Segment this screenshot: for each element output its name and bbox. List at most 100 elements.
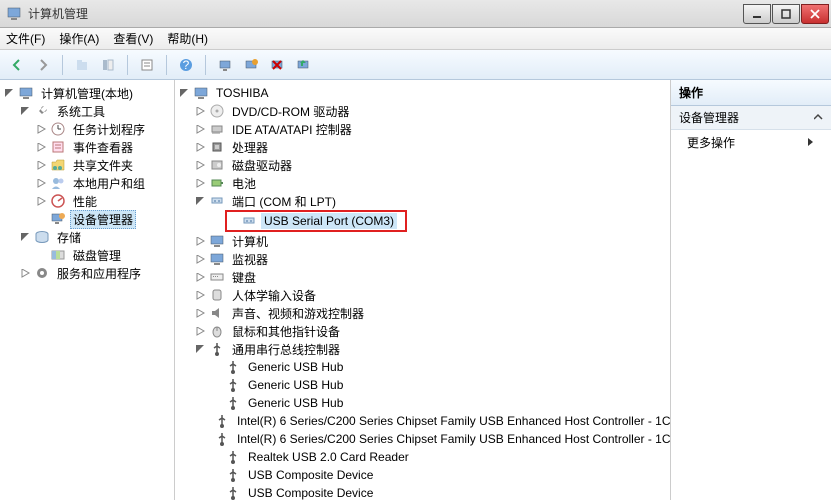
expander-icon[interactable]: [195, 290, 206, 301]
back-button[interactable]: [6, 54, 28, 76]
tree-usb-item[interactable]: Realtek USB 2.0 Card Reader: [177, 448, 668, 466]
storage-icon: [34, 229, 50, 245]
tree-monitors[interactable]: 监视器: [177, 250, 668, 268]
tree-usb-item[interactable]: Intel(R) 6 Series/C200 Series Chipset Fa…: [177, 430, 668, 448]
expander-spacer: [211, 380, 222, 391]
actions-header: 操作: [671, 80, 831, 106]
battery-icon: [209, 175, 225, 191]
expander-icon[interactable]: [179, 88, 190, 99]
toolbar-separator: [62, 55, 63, 75]
device-tree[interactable]: TOSHIBA DVD/CD-ROM 驱动器 IDE ATA/ATAPI 控制器…: [175, 80, 670, 500]
expander-icon[interactable]: [195, 196, 206, 207]
expander-icon[interactable]: [195, 272, 206, 283]
expander-icon[interactable]: [195, 308, 206, 319]
usb-items-container: Generic USB HubGeneric USB HubGeneric US…: [177, 358, 668, 500]
close-button[interactable]: [801, 4, 829, 24]
tree-computer[interactable]: 计算机: [177, 232, 668, 250]
expander-icon[interactable]: [20, 232, 31, 243]
properties-button[interactable]: [136, 54, 158, 76]
tree-cpu[interactable]: 处理器: [177, 138, 668, 156]
collapse-icon[interactable]: [814, 111, 823, 125]
left-tree[interactable]: 计算机管理(本地) 系统工具 任务计划程序 事件查看器 共享文件夹: [0, 80, 174, 286]
uninstall-button[interactable]: [266, 54, 288, 76]
tree-label: Realtek USB 2.0 Card Reader: [245, 449, 412, 465]
tree-system-tools[interactable]: 系统工具: [2, 102, 172, 120]
tree-label: USB Composite Device: [245, 485, 376, 500]
tree-root-computer-management[interactable]: 计算机管理(本地): [2, 84, 172, 102]
tree-storage[interactable]: 存储: [2, 228, 172, 246]
tree-computer-root[interactable]: TOSHIBA: [177, 84, 668, 102]
tree-device-manager[interactable]: 设备管理器: [2, 210, 172, 228]
toolbar-separator: [166, 55, 167, 75]
tree-hid[interactable]: 人体学输入设备: [177, 286, 668, 304]
tree-disk-management[interactable]: 磁盘管理: [2, 246, 172, 264]
tree-battery[interactable]: 电池: [177, 174, 668, 192]
tree-mouse[interactable]: 鼠标和其他指针设备: [177, 322, 668, 340]
tree-usb-item[interactable]: USB Composite Device: [177, 484, 668, 500]
expander-icon[interactable]: [195, 236, 206, 247]
expander-icon[interactable]: [195, 178, 206, 189]
expander-icon[interactable]: [195, 344, 206, 355]
maximize-button[interactable]: [772, 4, 800, 24]
tree-event-viewer[interactable]: 事件查看器: [2, 138, 172, 156]
expander-icon[interactable]: [36, 142, 47, 153]
expander-icon[interactable]: [195, 124, 206, 135]
menu-action[interactable]: 操作(A): [59, 30, 99, 47]
menu-file[interactable]: 文件(F): [6, 30, 45, 47]
tree-usb-item[interactable]: Generic USB Hub: [177, 376, 668, 394]
help-button[interactable]: ?: [175, 54, 197, 76]
action-more[interactable]: 更多操作: [671, 130, 831, 155]
expander-icon[interactable]: [36, 124, 47, 135]
tree-usb-item[interactable]: Generic USB Hub: [177, 358, 668, 376]
expander-icon[interactable]: [195, 142, 206, 153]
tree-label: TOSHIBA: [213, 85, 271, 101]
expander-icon[interactable]: [4, 88, 15, 99]
usb-icon: [225, 359, 241, 375]
forward-button[interactable]: [32, 54, 54, 76]
tree-ide[interactable]: IDE ATA/ATAPI 控制器: [177, 120, 668, 138]
tree-usb-item[interactable]: USB Composite Device: [177, 466, 668, 484]
tree-usb-item[interactable]: Generic USB Hub: [177, 394, 668, 412]
tree-label: USB Serial Port (COM3): [261, 213, 397, 229]
tree-dvd[interactable]: DVD/CD-ROM 驱动器: [177, 102, 668, 120]
tree-disk-drive[interactable]: 磁盘驱动器: [177, 156, 668, 174]
expander-icon[interactable]: [195, 254, 206, 265]
show-hide-button[interactable]: [97, 54, 119, 76]
tree-usb-controllers[interactable]: 通用串行总线控制器: [177, 340, 668, 358]
expander-icon[interactable]: [195, 326, 206, 337]
disk-icon: [50, 247, 66, 263]
minimize-button[interactable]: [743, 4, 771, 24]
tree-label: 性能: [70, 192, 100, 211]
menu-view[interactable]: 查看(V): [113, 30, 153, 47]
expander-icon[interactable]: [20, 106, 31, 117]
tree-task-scheduler[interactable]: 任务计划程序: [2, 120, 172, 138]
tree-shared-folders[interactable]: 共享文件夹: [2, 156, 172, 174]
tree-label: 鼠标和其他指针设备: [229, 322, 343, 341]
tree-ports[interactable]: 端口 (COM 和 LPT): [177, 192, 668, 210]
expander-spacer: [211, 362, 222, 373]
expander-icon[interactable]: [36, 160, 47, 171]
speaker-icon: [209, 305, 225, 321]
expander-icon[interactable]: [36, 196, 47, 207]
tree-performance[interactable]: 性能: [2, 192, 172, 210]
tree-usb-serial-port[interactable]: USB Serial Port (COM3): [227, 212, 405, 230]
tree-keyboard[interactable]: 键盘: [177, 268, 668, 286]
expander-spacer: [36, 250, 47, 261]
expander-icon[interactable]: [36, 178, 47, 189]
expander-icon[interactable]: [195, 106, 206, 117]
expander-icon[interactable]: [195, 160, 206, 171]
tree-usb-item[interactable]: Intel(R) 6 Series/C200 Series Chipset Fa…: [177, 412, 668, 430]
tree-local-users[interactable]: 本地用户和组: [2, 174, 172, 192]
action-label: 更多操作: [687, 134, 735, 151]
refresh-button[interactable]: [240, 54, 262, 76]
actions-section-title[interactable]: 设备管理器: [671, 106, 831, 130]
expander-icon[interactable]: [20, 268, 31, 279]
tree-services[interactable]: 服务和应用程序: [2, 264, 172, 282]
tree-sound[interactable]: 声音、视频和游戏控制器: [177, 304, 668, 322]
tree-label: 处理器: [229, 138, 271, 157]
update-driver-button[interactable]: [292, 54, 314, 76]
up-button[interactable]: [71, 54, 93, 76]
tree-label: USB Composite Device: [245, 467, 376, 483]
scan-button[interactable]: [214, 54, 236, 76]
menu-help[interactable]: 帮助(H): [167, 30, 208, 47]
